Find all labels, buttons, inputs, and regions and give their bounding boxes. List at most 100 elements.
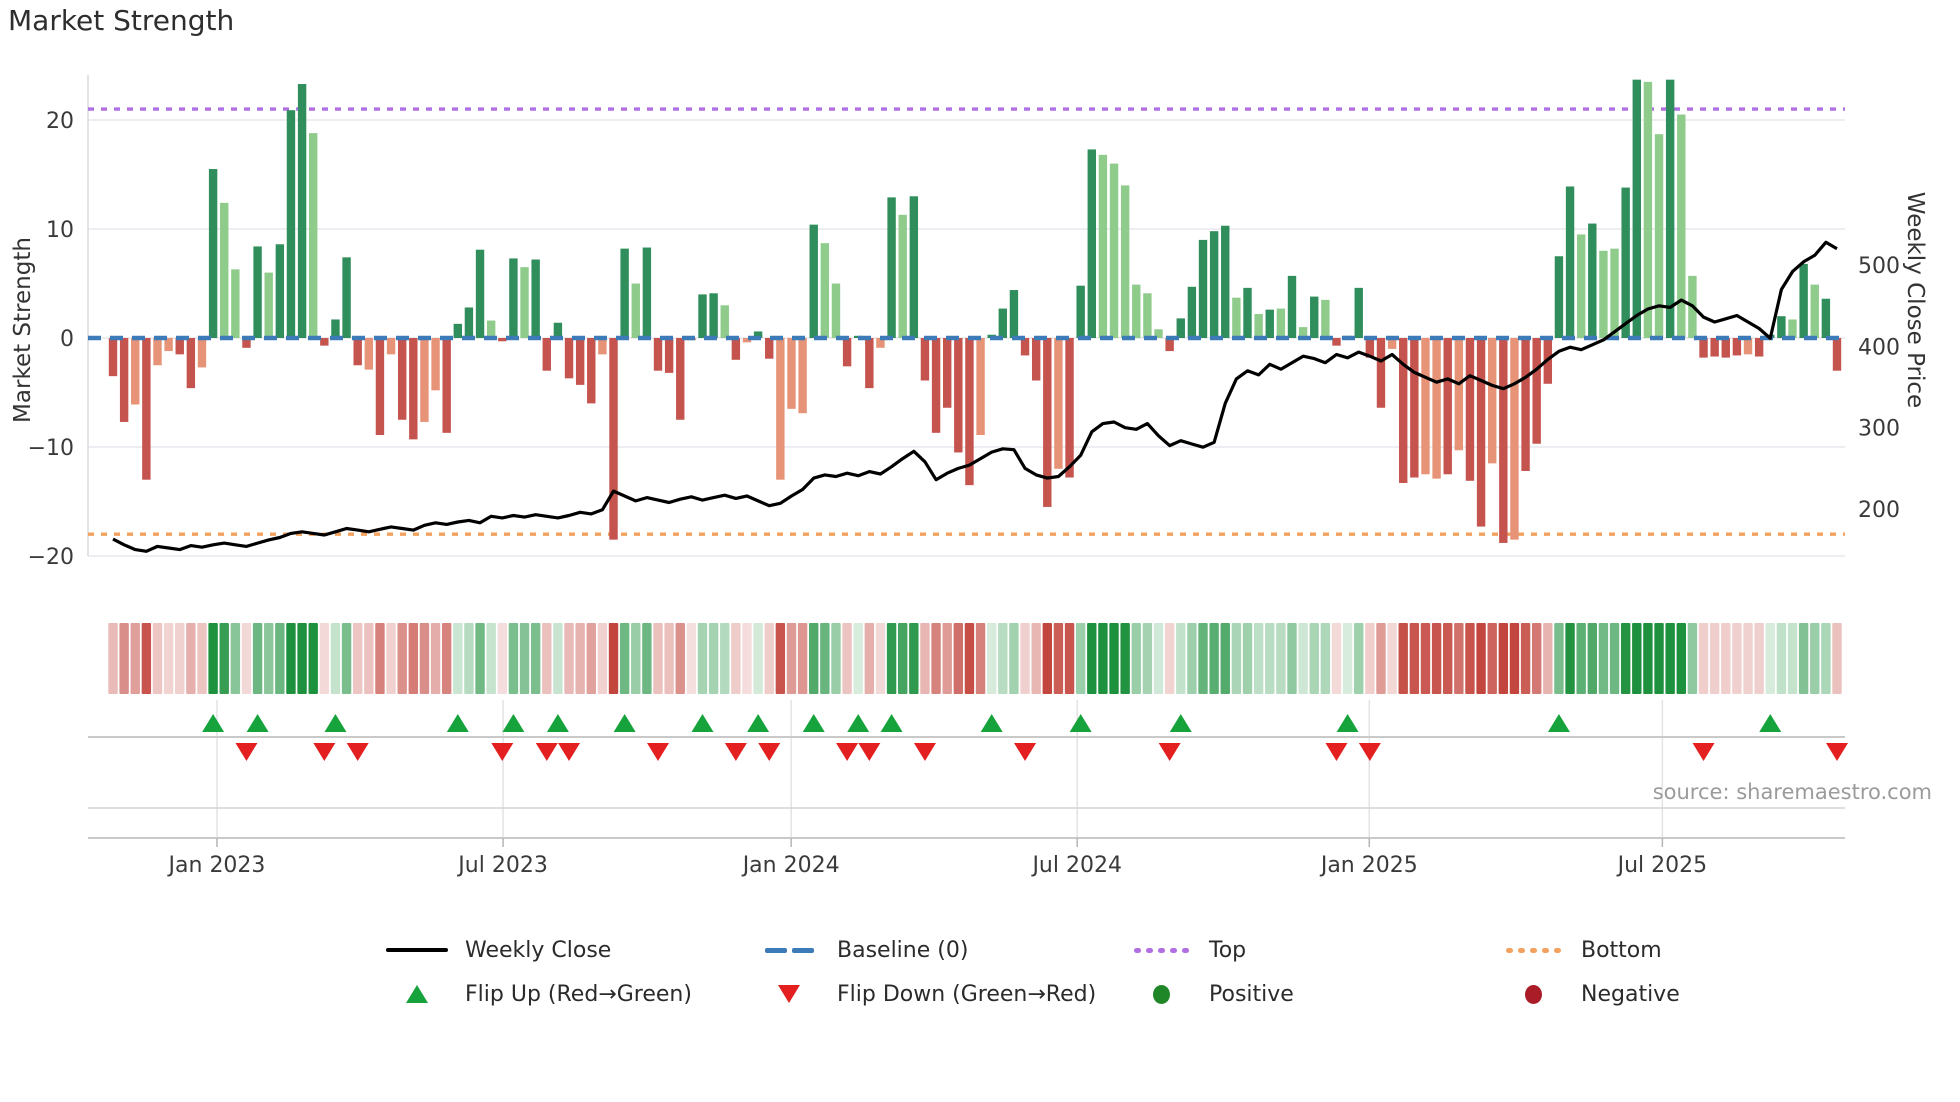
x-axis-tick-label: Jan 2025: [1319, 853, 1418, 878]
strength-bar: [208, 169, 218, 338]
heatmap-cell: [1031, 623, 1041, 694]
heatmap-cell: [1665, 623, 1675, 694]
legend-item: Flip Down (Green→Red): [757, 982, 1129, 1007]
heatmap-cell: [586, 623, 596, 694]
right-axis-tick: 300: [1858, 417, 1900, 442]
strength-bar: [1488, 338, 1497, 464]
flip-up-icon: [980, 714, 1003, 732]
heatmap-cell: [809, 623, 819, 694]
heatmap-cell: [831, 623, 841, 694]
flip-down-icon: [1692, 743, 1715, 761]
strength-bar: [931, 338, 941, 433]
heatmap-cell: [441, 623, 452, 694]
strength-bar: [1665, 79, 1675, 339]
strength-bar: [920, 338, 930, 381]
heatmap-cell: [1075, 623, 1086, 694]
left-axis-tick: 0: [60, 327, 74, 352]
strength-bar: [1043, 338, 1052, 507]
strength-bar: [1076, 285, 1085, 338]
strength-bar: [1621, 187, 1630, 338]
strength-bar: [1476, 338, 1486, 527]
strength-bar: [1610, 248, 1619, 338]
heatmap-cell: [1220, 623, 1230, 694]
legend-label: Top: [1209, 937, 1247, 963]
strength-bar: [431, 338, 440, 391]
heatmap-cell: [397, 623, 407, 694]
strength-bar: [765, 338, 774, 359]
heatmap-cell: [430, 623, 441, 694]
source-credit: source: sharemaestro.com: [1652, 780, 1932, 804]
strength-bar: [1287, 275, 1297, 338]
heatmap-cell: [1465, 623, 1475, 694]
strength-bar: [553, 322, 563, 338]
strength-bar: [865, 338, 874, 389]
heatmap-cell: [797, 623, 808, 694]
figure: Market Strength 20 10 0 −10 −20 500 400 300 200 J…: [0, 0, 1960, 1102]
strength-bar: [531, 259, 540, 338]
heatmap-cell: [1320, 623, 1331, 694]
strength-bar: [142, 338, 151, 480]
strength-bar: [542, 338, 551, 371]
heatmap-cell: [475, 623, 485, 694]
heatmap-cell: [1109, 623, 1119, 694]
strength-bar: [286, 110, 296, 338]
strength-bar: [1743, 338, 1753, 355]
heatmap-cell: [608, 623, 619, 694]
heatmap-cell: [619, 623, 630, 694]
strength-bar: [631, 283, 640, 338]
strength-bar: [620, 248, 629, 338]
heatmap-cell: [953, 623, 964, 694]
legend-label: Flip Down (Green→Red): [837, 981, 1097, 1007]
heatmap-cell: [764, 623, 774, 694]
heatmap-cell: [1376, 623, 1386, 694]
heatmap-cell: [1787, 623, 1798, 694]
heatmap-cell: [464, 623, 474, 694]
strength-bar: [119, 338, 129, 422]
strength-bar: [842, 338, 852, 367]
heatmap-cell: [575, 623, 585, 694]
heatmap-cell: [264, 623, 274, 694]
strength-bar: [1265, 309, 1274, 338]
heatmap-cell: [1454, 623, 1464, 694]
flip-up-icon: [446, 714, 469, 732]
strength-bar: [1465, 338, 1475, 481]
strength-bar: [264, 272, 273, 338]
strength-bar: [1198, 239, 1208, 338]
strength-bar: [698, 294, 707, 338]
heatmap-cell: [308, 623, 318, 694]
heatmap-cell: [1387, 623, 1397, 694]
strength-bar: [197, 338, 207, 368]
strength-bar: [831, 283, 841, 338]
heatmap-cell: [252, 623, 263, 694]
strength-bar: [776, 338, 785, 480]
strength-bar: [1031, 338, 1041, 381]
strength-bar: [1421, 338, 1430, 475]
strength-bar: [798, 338, 807, 414]
strength-bar: [175, 338, 184, 355]
strength-bar: [1799, 263, 1808, 338]
legend-label: Weekly Close: [465, 937, 612, 963]
strength-bar: [1588, 223, 1597, 338]
flip-up-icon: [880, 714, 903, 732]
heatmap-cell: [998, 623, 1008, 694]
heatmap-cell: [1754, 623, 1764, 694]
heatmap-cell: [1509, 623, 1520, 694]
strength-bar: [1276, 308, 1286, 338]
strength-bar: [108, 338, 118, 377]
strength-bar: [1332, 338, 1341, 346]
flip-down-icon: [235, 743, 258, 761]
legend-item: Baseline (0): [757, 938, 1129, 963]
strength-bar: [1376, 338, 1386, 408]
heatmap-cell: [1342, 623, 1353, 694]
strength-bar: [509, 258, 518, 338]
heatmap-cell: [219, 623, 229, 694]
heatmap-cell: [686, 623, 697, 694]
heatmap-cell: [1187, 623, 1197, 694]
strength-bar: [664, 338, 674, 373]
heatmap-cell: [286, 623, 296, 694]
heatmap-cell: [330, 623, 341, 694]
flip-down-icon: [491, 743, 514, 761]
flip-up-icon: [546, 714, 569, 732]
legend-item: Flip Up (Red→Green): [385, 982, 757, 1007]
strength-bar: [231, 269, 240, 338]
